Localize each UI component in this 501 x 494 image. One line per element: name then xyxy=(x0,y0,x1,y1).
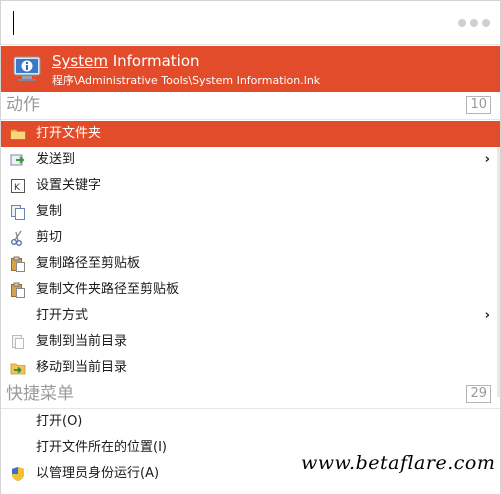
action-item[interactable]: 打开方式 › xyxy=(1,303,500,329)
clipboard-icon xyxy=(10,282,26,298)
menu-item-label: 打开方式 xyxy=(36,308,89,323)
menu-item-label: 以管理员身份运行(A) xyxy=(36,466,160,481)
menu-item-label: 打开文件夹 xyxy=(36,126,102,141)
menu-item-label: 复制文件夹路径至剪贴板 xyxy=(36,282,180,297)
text-caret xyxy=(13,11,14,35)
result-title-rest: Information xyxy=(107,52,200,70)
move-to-icon xyxy=(10,360,26,376)
menu-item-label: 剪切 xyxy=(36,230,63,245)
menu-item-label: 复制 xyxy=(36,204,63,219)
menu-item-label: 打开(O) xyxy=(36,414,83,429)
copy-to-icon xyxy=(10,334,26,350)
watermark-text: www.betaflare.com xyxy=(301,452,496,474)
search-result-system-information[interactable]: System Information 程序\Administrative Too… xyxy=(1,46,500,92)
action-item[interactable]: 复制路径至剪贴板 xyxy=(1,251,500,277)
more-options-icon[interactable] xyxy=(458,19,490,27)
system-information-icon xyxy=(13,56,41,81)
keyword-icon: K xyxy=(10,178,26,194)
result-title-match: System xyxy=(52,52,108,70)
divider xyxy=(1,119,500,120)
chevron-right-icon: › xyxy=(484,308,490,323)
copy-icon xyxy=(10,204,26,220)
action-item[interactable]: 移动到当前目录 xyxy=(1,355,500,381)
result-path: 程序\Administrative Tools\System Informati… xyxy=(52,74,321,87)
action-item[interactable]: 复制 xyxy=(1,199,500,225)
quick-menu-item[interactable]: 打开(O) xyxy=(1,409,500,435)
menu-item-label: 复制到当前目录 xyxy=(36,334,128,349)
action-item[interactable]: 打开文件夹 xyxy=(1,121,500,147)
menu-item-label: 打开文件所在的位置(I) xyxy=(36,440,167,455)
section-actions-header: 动作 10 xyxy=(1,92,500,120)
menu-item-label: 移动到当前目录 xyxy=(36,360,128,375)
menu-item-label: 发送到 xyxy=(36,152,76,167)
action-item[interactable]: 发送到 › xyxy=(1,147,500,173)
uac-shield-icon xyxy=(10,466,26,482)
launcher-window: System Information 程序\Administrative Too… xyxy=(0,0,501,494)
scrollbar[interactable] xyxy=(497,147,500,397)
section-title: 快捷菜单 xyxy=(6,384,74,404)
chevron-right-icon: › xyxy=(484,152,490,167)
section-count-badge: 29 xyxy=(466,385,491,403)
clipboard-icon xyxy=(10,256,26,272)
section-quick-menu-header: 快捷菜单 29 xyxy=(1,381,500,409)
section-count-badge: 10 xyxy=(466,96,491,114)
send-to-icon xyxy=(10,152,26,168)
section-title: 动作 xyxy=(6,95,40,115)
scissors-icon xyxy=(10,230,26,246)
quick-menu-list: 打开(O) 打开文件所在的位置(I) 以管理员身份运行(A) xyxy=(1,409,500,487)
search-bar[interactable] xyxy=(1,1,500,45)
action-item[interactable]: 复制文件夹路径至剪贴板 xyxy=(1,277,500,303)
action-list: 打开文件夹 发送到 › K 设置关键字 复制 剪切 复制路径至剪贴板 复制文件夹路径至剪贴板 打开… xyxy=(1,121,500,381)
action-item[interactable]: 复制到当前目录 xyxy=(1,329,500,355)
action-item[interactable]: K 设置关键字 xyxy=(1,173,500,199)
folder-icon xyxy=(10,126,26,142)
result-title: System Information xyxy=(52,52,200,70)
menu-item-label: 复制路径至剪贴板 xyxy=(36,256,141,271)
menu-item-label: 设置关键字 xyxy=(36,178,102,193)
action-item[interactable]: 剪切 xyxy=(1,225,500,251)
